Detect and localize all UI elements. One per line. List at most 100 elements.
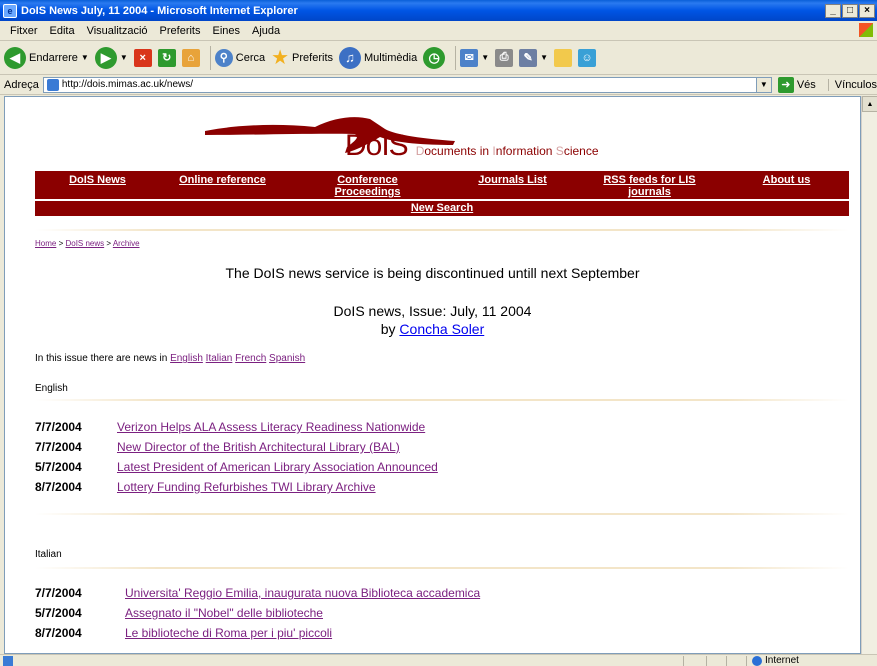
lang-link-english[interactable]: English (170, 353, 203, 364)
news-date: 7/7/2004 (35, 586, 82, 600)
discontinued-notice: The DoIS news service is being discontin… (225, 265, 640, 281)
vertical-scrollbar[interactable]: ▲ (861, 96, 877, 654)
menu-edit[interactable]: Edita (44, 25, 81, 37)
history-button[interactable]: ◷ (423, 46, 446, 69)
media-button[interactable]: ♫ Multimèdia (339, 46, 417, 69)
news-link[interactable]: Lottery Funding Refurbishes TWI Library … (117, 480, 376, 494)
stop-icon: × (133, 48, 152, 67)
news-date: 5/7/2004 (35, 460, 82, 474)
breadcrumb-dois-news[interactable]: DoIS news (65, 239, 104, 248)
logo-subtitle: Documents in Information Science (415, 144, 599, 158)
news-link[interactable]: Assegnato il "Nobel" delle biblioteche (125, 606, 323, 620)
forward-button[interactable]: ▶ ▼ (94, 46, 128, 69)
media-icon: ♫ (339, 46, 362, 69)
page-icon (46, 78, 59, 91)
news-link[interactable]: Verizon Helps ALA Assess Literacy Readin… (117, 420, 425, 434)
address-url[interactable]: http://dois.mimas.ac.uk/news/ (62, 79, 193, 90)
refresh-icon: ↻ (157, 48, 176, 67)
news-date: 5/7/2004 (35, 606, 82, 620)
nav-conference-proceedings[interactable]: Conference Proceedings (285, 171, 450, 199)
news-item: 5/7/2004 Assegnato il "Nobel" delle bibl… (35, 603, 480, 623)
lang-link-french[interactable]: French (235, 353, 266, 364)
history-icon: ◷ (423, 46, 446, 69)
news-item: 5/7/2004 Latest President of American Li… (35, 457, 438, 477)
news-link[interactable]: Latest President of American Library Ass… (117, 460, 438, 474)
nav-about-us[interactable]: About us (724, 171, 849, 199)
mail-button[interactable]: ✉ ▼ (460, 48, 489, 67)
breadcrumb-archive[interactable]: Archive (113, 239, 140, 248)
toolbar-separator (455, 45, 457, 70)
page-viewport[interactable]: DoIS Documents in Information Science Do… (4, 96, 861, 654)
news-link[interactable]: New Director of the British Architectura… (117, 440, 400, 454)
search-label: Cerca (235, 51, 266, 64)
issue-header: DoIS news, Issue: July, 11 2004 by Conch… (5, 302, 860, 338)
forward-dropdown-icon[interactable]: ▼ (120, 53, 128, 62)
maximize-button[interactable]: □ (842, 3, 858, 18)
menu-bar: Fitxer Edita Visualització Preferits Ein… (0, 21, 877, 41)
news-date: 8/7/2004 (35, 480, 82, 494)
home-button[interactable]: ⌂ (181, 48, 200, 67)
news-link[interactable]: Universita' Reggio Emilia, inaugurata nu… (125, 586, 480, 600)
address-input[interactable]: http://dois.mimas.ac.uk/news/ ▼ (42, 76, 772, 93)
address-bar: Adreça http://dois.mimas.ac.uk/news/ ▼ ➜… (0, 75, 877, 95)
windows-logo-icon (859, 23, 873, 37)
address-dropdown-icon[interactable]: ▼ (755, 77, 771, 92)
news-link[interactable]: Le biblioteche di Roma per i piu' piccol… (125, 626, 332, 640)
window-title-bar[interactable]: e DoIS News July, 11 2004 - Microsoft In… (0, 0, 877, 21)
close-button[interactable]: × (859, 3, 875, 18)
refresh-button[interactable]: ↻ (157, 48, 176, 67)
nav-online-reference[interactable]: Online reference (160, 171, 285, 199)
menu-favorites[interactable]: Preferits (154, 25, 207, 37)
issue-title: DoIS news, Issue: July, 11 2004 (333, 303, 532, 319)
breadcrumb-home[interactable]: Home (35, 239, 56, 248)
favorites-button[interactable]: ★ Preferits (271, 45, 333, 70)
folder-button[interactable] (554, 48, 573, 67)
language-intro: In this issue there are news in English … (35, 353, 305, 364)
edit-dropdown-icon[interactable]: ▼ (540, 53, 548, 62)
menu-tools[interactable]: Eines (207, 25, 247, 37)
go-button[interactable]: ➜ Vés (777, 76, 816, 93)
mail-icon: ✉ (460, 48, 479, 67)
back-arrow-icon: ◀ (4, 46, 26, 69)
news-list-italian: 7/7/2004 Universita' Reggio Emilia, inau… (35, 583, 480, 643)
edit-button[interactable]: ✎ ▼ (519, 48, 548, 67)
menu-help[interactable]: Ajuda (246, 25, 286, 37)
news-item: 8/7/2004 Lottery Funding Refurbishes TWI… (35, 477, 438, 497)
messenger-button[interactable]: ☺ (578, 48, 597, 67)
status-bar: Internet (0, 654, 877, 666)
go-label: Vés (796, 78, 816, 91)
stop-button[interactable]: × (133, 48, 152, 67)
logo-main: DoIS (345, 129, 409, 162)
nav-dois-news[interactable]: DoIS News (35, 171, 160, 199)
zone-label: Internet (765, 655, 799, 666)
menu-file[interactable]: Fitxer (4, 25, 44, 37)
nav-rss-feeds[interactable]: RSS feeds for LIS journals (575, 171, 724, 199)
back-button[interactable]: ◀ Endarrere ▼ (4, 46, 89, 69)
back-dropdown-icon[interactable]: ▼ (81, 53, 89, 62)
nav-journals-list[interactable]: Journals List (450, 171, 575, 199)
favorites-label: Preferits (292, 51, 334, 64)
byline-prefix: by (380, 321, 396, 337)
go-arrow-icon: ➜ (777, 76, 794, 93)
logo-wordmark: DoIS Documents in Information Science (345, 129, 599, 163)
address-label: Adreça (4, 78, 39, 91)
scroll-up-icon[interactable]: ▲ (862, 96, 877, 112)
news-date: 7/7/2004 (35, 420, 82, 434)
author-link[interactable]: Concha Soler (399, 321, 484, 337)
divider (35, 513, 849, 515)
lang-link-italian[interactable]: Italian (206, 353, 233, 364)
minimize-button[interactable]: _ (825, 3, 841, 18)
search-button[interactable]: ⚲ Cerca (214, 48, 266, 67)
status-segment (746, 656, 747, 666)
ie-icon: e (3, 3, 17, 18)
mail-dropdown-icon[interactable]: ▼ (481, 53, 489, 62)
secondary-nav: New Search (35, 201, 849, 216)
links-button[interactable]: Vínculos (827, 78, 877, 91)
window-title: DoIS News July, 11 2004 - Microsoft Inte… (21, 4, 298, 17)
print-button[interactable]: ⎙ (495, 48, 514, 67)
lang-link-spanish[interactable]: Spanish (269, 353, 305, 364)
news-item: 8/7/2004 Le biblioteche di Roma per i pi… (35, 623, 480, 643)
menu-view[interactable]: Visualització (81, 25, 154, 37)
main-nav: DoIS News Online reference Conference Pr… (35, 171, 849, 199)
nav-new-search[interactable]: New Search (411, 202, 473, 214)
